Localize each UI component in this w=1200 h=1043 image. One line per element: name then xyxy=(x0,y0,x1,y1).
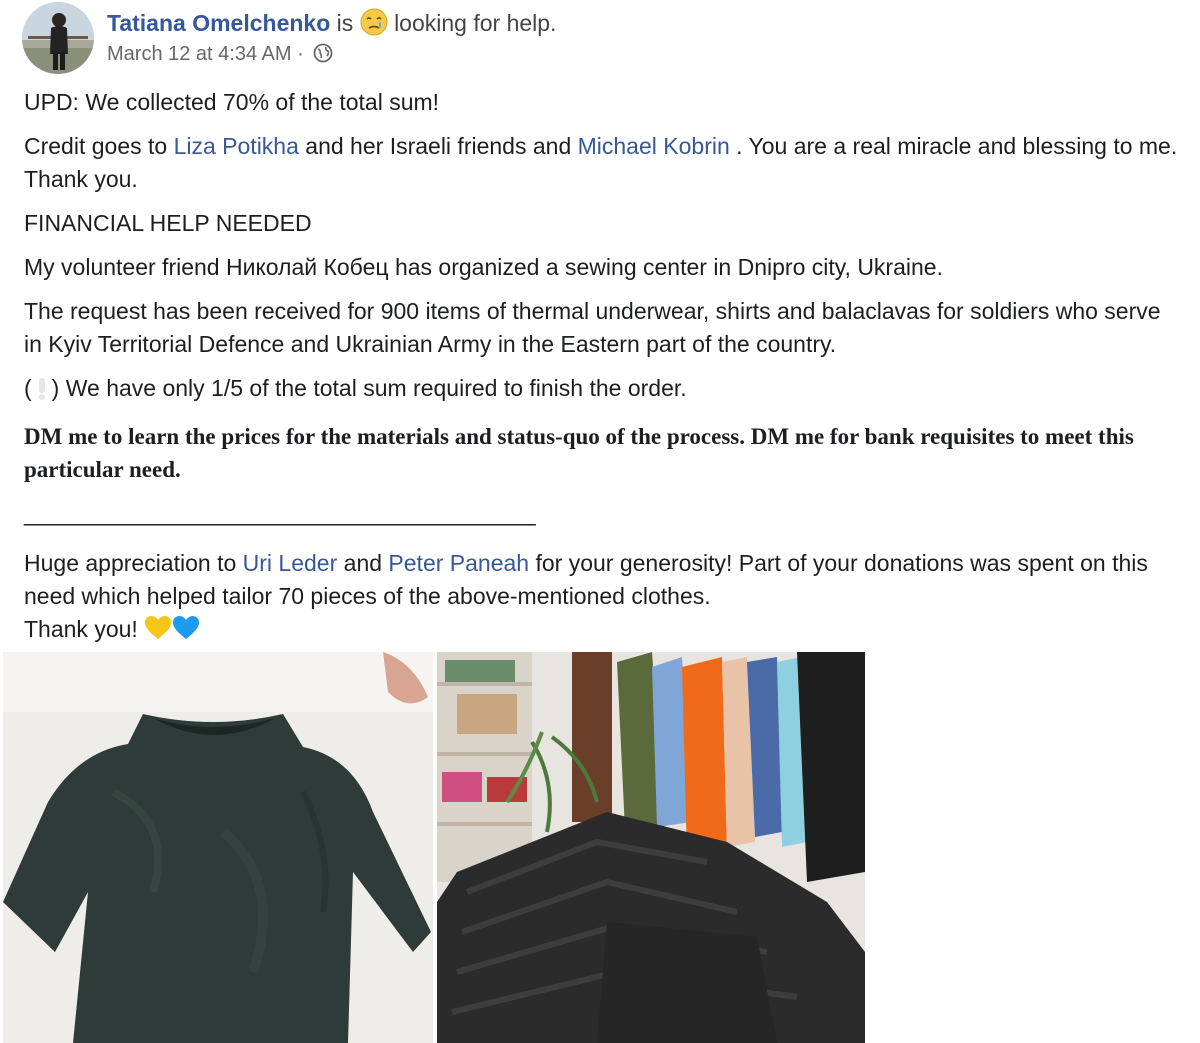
dm-paragraph: DM me to learn the prices for the materi… xyxy=(24,424,1134,482)
avatar-photo xyxy=(22,2,94,74)
author-avatar[interactable] xyxy=(22,2,94,74)
credit-paragraph: Credit goes to Liza Potikha and her Isra… xyxy=(24,130,1184,196)
profile-link-peter-paneah[interactable]: Peter Paneah xyxy=(388,550,529,576)
dark-green-thermal-shirt-photo[interactable] xyxy=(3,652,433,1043)
blue-heart-icon xyxy=(172,615,200,650)
feeling-text: looking for help. xyxy=(394,10,557,36)
post-title-line: Tatiana Omelchenko is looking for help. xyxy=(107,8,556,42)
stacked-clothes-and-rack-photo[interactable] xyxy=(437,652,865,1043)
paren-open: ( xyxy=(24,375,32,401)
update-paragraph: UPD: We collected 70% of the total sum! xyxy=(24,89,440,115)
profile-link-michael-kobrin[interactable]: Michael Kobrin xyxy=(578,133,730,159)
thank-you-text: Thank you! xyxy=(24,616,138,642)
request-paragraph: The request has been received for 900 it… xyxy=(24,298,1161,357)
post-meta: March 12 at 4:34 AM · xyxy=(107,43,333,69)
exclamation-icon xyxy=(36,376,48,409)
author-name-link[interactable]: Tatiana Omelchenko xyxy=(107,10,330,36)
total-sum-text: ) We have only 1/5 of the total sum requ… xyxy=(51,375,687,401)
text-divider: ________________________________________ xyxy=(24,500,536,526)
globe-icon[interactable] xyxy=(313,43,333,69)
financial-help-heading: FINANCIAL HELP NEEDED xyxy=(24,210,312,236)
post-photos xyxy=(3,652,865,1043)
appreciation-text-b: and xyxy=(337,550,389,576)
credit-text-a: Credit goes to xyxy=(24,133,174,159)
meta-separator: · xyxy=(297,43,304,65)
credit-text-b: and her Israeli friends and xyxy=(298,133,578,159)
post-body: UPD: We collected 70% of the total sum! … xyxy=(24,86,1184,650)
appreciation-paragraph: Huge appreciation to Uri Leder and Peter… xyxy=(24,547,1184,613)
thank-you-line: Thank you! xyxy=(24,613,1184,650)
total-sum-paragraph: ( ) We have only 1/5 of the total sum req… xyxy=(24,372,1184,409)
yellow-heart-icon xyxy=(144,615,172,650)
volunteer-paragraph: My volunteer friend Николай Кобец has or… xyxy=(24,254,943,280)
post-timestamp-link[interactable]: March 12 at 4:34 AM xyxy=(107,43,292,65)
facebook-post: Tatiana Omelchenko is looking for help. … xyxy=(0,0,1200,1043)
profile-link-liza-potikha[interactable]: Liza Potikha xyxy=(174,133,299,159)
crying-face-emoji-icon xyxy=(360,8,388,42)
feeling-prefix: is xyxy=(336,10,354,36)
profile-link-uri-leder[interactable]: Uri Leder xyxy=(243,550,338,576)
appreciation-text-a: Huge appreciation to xyxy=(24,550,243,576)
